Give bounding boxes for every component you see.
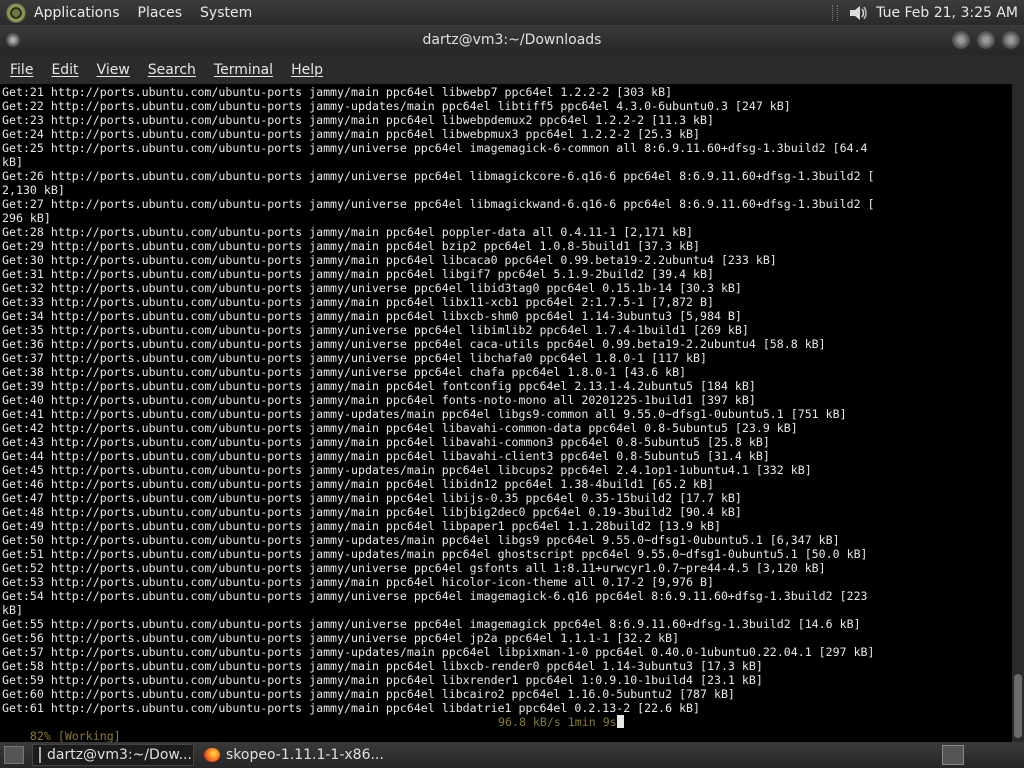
menu-terminal[interactable]: Terminal — [214, 62, 273, 78]
terminal-line: Get:27 http://ports.ubuntu.com/ubuntu-po… — [2, 197, 875, 211]
terminal-line: Get:34 http://ports.ubuntu.com/ubuntu-po… — [2, 309, 742, 323]
window-menu-icon[interactable] — [6, 33, 20, 47]
menu-search[interactable]: Search — [148, 62, 196, 78]
menu-help[interactable]: Help — [291, 62, 323, 78]
terminal-line: Get:48 http://ports.ubuntu.com/ubuntu-po… — [2, 505, 742, 519]
terminal-line: Get:52 http://ports.ubuntu.com/ubuntu-po… — [2, 561, 826, 575]
terminal-scrollbar[interactable] — [1012, 84, 1024, 742]
terminal-line: Get:54 http://ports.ubuntu.com/ubuntu-po… — [2, 589, 868, 603]
terminal-line: Get:37 http://ports.ubuntu.com/ubuntu-po… — [2, 351, 707, 365]
clock[interactable]: Tue Feb 21, 3:25 AM — [876, 5, 1018, 21]
applications-menu[interactable]: Applications — [34, 5, 120, 21]
terminal-output[interactable]: Get:21 http://ports.ubuntu.com/ubuntu-po… — [0, 84, 1012, 742]
terminal-line: Get:46 http://ports.ubuntu.com/ubuntu-po… — [2, 477, 714, 491]
show-desktop-icon[interactable] — [4, 746, 24, 764]
terminal-line: Get:38 http://ports.ubuntu.com/ubuntu-po… — [2, 365, 687, 379]
terminal-line: Get:36 http://ports.ubuntu.com/ubuntu-po… — [2, 337, 826, 351]
terminal-line: Get:40 http://ports.ubuntu.com/ubuntu-po… — [2, 393, 756, 407]
menu-view[interactable]: View — [97, 62, 130, 78]
apt-status-line: 82% [Working] 96.8 kB/s 1min 9s — [2, 715, 1012, 742]
terminal-line: Get:57 http://ports.ubuntu.com/ubuntu-po… — [2, 645, 875, 659]
menu-logo-icon[interactable] — [6, 2, 26, 23]
terminal-menubar: File Edit View Search Terminal Help — [0, 55, 1024, 84]
terminal-line: 296 kB] — [2, 211, 51, 225]
top-panel: Applications Places System Tue Feb 21, 3… — [0, 0, 1024, 25]
terminal-line: Get:22 http://ports.ubuntu.com/ubuntu-po… — [2, 99, 791, 113]
terminal-line: Get:58 http://ports.ubuntu.com/ubuntu-po… — [2, 659, 763, 673]
terminal-line: Get:60 http://ports.ubuntu.com/ubuntu-po… — [2, 687, 735, 701]
panel-tray: Tue Feb 21, 3:25 AM — [832, 4, 1024, 22]
terminal-line: Get:26 http://ports.ubuntu.com/ubuntu-po… — [2, 169, 875, 183]
terminal-line: Get:42 http://ports.ubuntu.com/ubuntu-po… — [2, 421, 798, 435]
terminal-line: 2,130 kB] — [2, 183, 65, 197]
window-buttons — [945, 31, 1020, 49]
terminal-line: Get:29 http://ports.ubuntu.com/ubuntu-po… — [2, 239, 701, 253]
bottom-taskbar: dartz@vm3:~/Dow... skopeo-1.11.1-1-x86..… — [0, 742, 1024, 768]
progress-status: 82% [Working] — [29, 729, 121, 742]
terminal-line: Get:55 http://ports.ubuntu.com/ubuntu-po… — [2, 617, 861, 631]
task-terminal[interactable]: dartz@vm3:~/Dow... — [32, 744, 194, 766]
terminal-line: Get:33 http://ports.ubuntu.com/ubuntu-po… — [2, 295, 714, 309]
system-menu[interactable]: System — [200, 5, 252, 21]
close-icon[interactable] — [1002, 31, 1020, 49]
terminal-line: Get:51 http://ports.ubuntu.com/ubuntu-po… — [2, 547, 868, 561]
window-title: dartz@vm3:~/Downloads — [422, 32, 602, 48]
window-titlebar[interactable]: dartz@vm3:~/Downloads — [0, 25, 1024, 55]
scrollbar-thumb[interactable] — [1014, 674, 1022, 738]
terminal-line: kB] — [2, 155, 23, 169]
terminal-line: Get:53 http://ports.ubuntu.com/ubuntu-po… — [2, 575, 714, 589]
terminal-line: kB] — [2, 603, 23, 617]
minimize-icon[interactable] — [952, 31, 970, 49]
terminal-line: Get:61 http://ports.ubuntu.com/ubuntu-po… — [2, 701, 701, 715]
terminal-line: Get:21 http://ports.ubuntu.com/ubuntu-po… — [2, 85, 673, 99]
terminal-line: Get:59 http://ports.ubuntu.com/ubuntu-po… — [2, 673, 763, 687]
download-rate: 96.8 kB/s 1min 9s — [498, 715, 624, 729]
task-firefox-label: skopeo-1.11.1-1-x86... — [226, 747, 384, 763]
terminal-line: Get:32 http://ports.ubuntu.com/ubuntu-po… — [2, 281, 742, 295]
terminal-line: Get:35 http://ports.ubuntu.com/ubuntu-po… — [2, 323, 749, 337]
terminal-line: Get:45 http://ports.ubuntu.com/ubuntu-po… — [2, 463, 812, 477]
terminal-icon — [39, 747, 41, 763]
workspace-icon[interactable] — [942, 745, 964, 765]
terminal-line: Get:39 http://ports.ubuntu.com/ubuntu-po… — [2, 379, 756, 393]
terminal-line: Get:28 http://ports.ubuntu.com/ubuntu-po… — [2, 225, 694, 239]
task-firefox[interactable]: skopeo-1.11.1-1-x86... — [198, 744, 390, 766]
text-cursor — [616, 715, 624, 728]
terminal-line: Get:49 http://ports.ubuntu.com/ubuntu-po… — [2, 519, 721, 533]
terminal-line: Get:47 http://ports.ubuntu.com/ubuntu-po… — [2, 491, 742, 505]
task-terminal-label: dartz@vm3:~/Dow... — [47, 747, 192, 763]
terminal-line: Get:23 http://ports.ubuntu.com/ubuntu-po… — [2, 113, 714, 127]
terminal-line: Get:30 http://ports.ubuntu.com/ubuntu-po… — [2, 253, 777, 267]
volume-icon[interactable] — [848, 4, 870, 22]
terminal-line: Get:43 http://ports.ubuntu.com/ubuntu-po… — [2, 435, 770, 449]
maximize-icon[interactable] — [977, 31, 995, 49]
terminal-line: Get:56 http://ports.ubuntu.com/ubuntu-po… — [2, 631, 680, 645]
menu-file[interactable]: File — [10, 62, 33, 78]
download-rate-text: 96.8 kB/s 1min 9s — [498, 715, 617, 729]
terminal-line: Get:25 http://ports.ubuntu.com/ubuntu-po… — [2, 141, 868, 155]
terminal-lines: Get:21 http://ports.ubuntu.com/ubuntu-po… — [2, 85, 1012, 715]
panel-handle — [832, 4, 839, 21]
menu-edit[interactable]: Edit — [51, 62, 78, 78]
firefox-icon — [204, 748, 220, 762]
terminal-line: Get:50 http://ports.ubuntu.com/ubuntu-po… — [2, 533, 840, 547]
terminal-line: Get:31 http://ports.ubuntu.com/ubuntu-po… — [2, 267, 714, 281]
terminal-line: Get:24 http://ports.ubuntu.com/ubuntu-po… — [2, 127, 701, 141]
terminal-line: Get:41 http://ports.ubuntu.com/ubuntu-po… — [2, 407, 847, 421]
terminal-line: Get:44 http://ports.ubuntu.com/ubuntu-po… — [2, 449, 770, 463]
places-menu[interactable]: Places — [138, 5, 183, 21]
